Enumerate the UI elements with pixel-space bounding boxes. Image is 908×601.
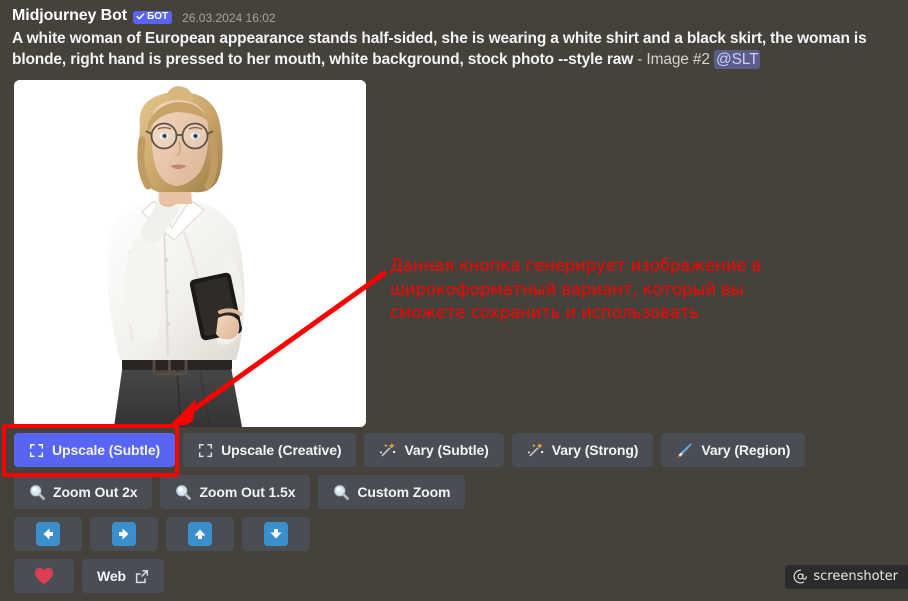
vary-strong-label: Vary (Strong) [551,442,639,458]
bot-badge-label: БОТ [147,10,169,22]
annotation-line-1: Данная кнопка генерирует изображение в [390,256,762,275]
zoom-out-15x-label: Zoom Out 1.5x [199,484,296,500]
message-timestamp: 26.03.2024 16:02 [182,11,276,25]
check-icon [136,13,145,20]
upscale-creative-label: Upscale (Creative) [221,442,342,458]
prompt-suffix: - Image #2 [633,51,715,68]
at-icon [793,569,808,584]
arrow-up-icon [188,522,212,546]
expand-icon [29,443,44,457]
vary-region-label: Vary (Region) [701,442,791,458]
upscale-creative-button[interactable]: Upscale (Creative) [183,433,357,467]
pan-up-button[interactable] [166,517,234,551]
magnifier-icon [334,485,350,500]
midjourney-photo [14,80,366,427]
pan-down-button[interactable] [242,517,310,551]
bot-badge: БОТ [133,10,173,24]
watermark: screenshoter [785,565,908,589]
magic-wand-icon [527,442,543,457]
arrow-left-icon [36,522,60,546]
zoom-out-2x-label: Zoom Out 2x [53,484,138,500]
vary-region-button[interactable]: Vary (Region) [661,433,806,467]
magnifier-icon [30,485,45,500]
prompt-line-2: right hand is pressed to her mouth, whit… [70,51,634,68]
button-row-4: Web [14,559,894,593]
magnifier-icon [176,485,192,500]
upscale-subtle-label: Upscale (Subtle) [52,442,161,458]
web-label: Web [97,568,126,584]
author-name[interactable]: Midjourney Bot [12,7,127,25]
annotation-line-3: сможете сохранить и использовать [390,303,700,322]
pan-left-button[interactable] [14,517,82,551]
custom-zoom-label: Custom Zoom [357,484,451,500]
expand-icon [199,443,213,457]
web-button[interactable]: Web [82,559,164,593]
custom-zoom-button[interactable]: Custom Zoom [318,475,466,509]
favorite-button[interactable] [14,559,74,593]
prompt-text: A white woman of European appearance sta… [0,25,908,70]
annotation-text: Данная кнопка генерирует изображение в ш… [390,254,790,325]
external-link-icon [135,569,149,583]
upscale-subtle-button[interactable]: Upscale (Subtle) [14,433,176,467]
arrow-down-icon [264,522,288,546]
arrow-right-icon [112,522,136,546]
button-row-2: Zoom Out 2x Zoom Out 1.5x Custom Zoom [14,475,894,509]
zoom-out-2x-button[interactable]: Zoom Out 2x [14,475,153,509]
zoom-out-15x-button[interactable]: Zoom Out 1.5x [160,475,311,509]
vary-subtle-label: Vary (Subtle) [404,442,489,458]
annotation-line-2: широкоформатный вариант, который вы [390,279,744,299]
paintbrush-icon [677,442,693,458]
vary-subtle-button[interactable]: Vary (Subtle) [364,433,504,467]
generated-image[interactable] [14,80,366,427]
user-mention[interactable]: @SLT [714,50,761,69]
magic-wand-icon [380,442,396,457]
vary-strong-button[interactable]: Vary (Strong) [511,433,654,467]
pan-right-button[interactable] [90,517,158,551]
watermark-label: screenshoter [813,569,898,584]
heart-icon [35,567,53,585]
component-button-rows: Upscale (Subtle) Upscale (Creative) Vary… [14,433,894,601]
button-row-1: Upscale (Subtle) Upscale (Creative) Vary… [14,433,894,467]
button-row-3 [14,517,894,551]
message-header: Midjourney Bot БОТ 26.03.2024 16:02 [0,0,908,25]
